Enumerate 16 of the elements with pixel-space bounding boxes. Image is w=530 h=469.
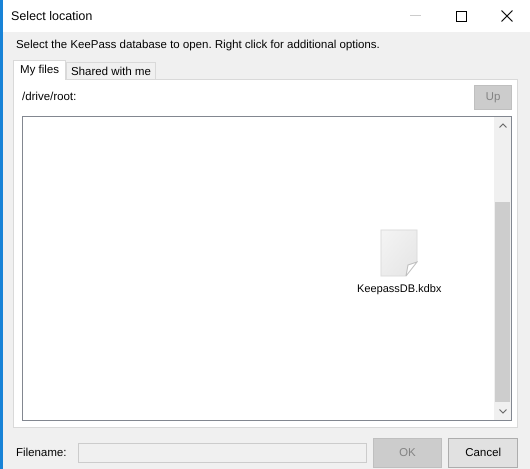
minimize-icon bbox=[410, 15, 420, 17]
filename-label: Filename: bbox=[16, 446, 68, 461]
scroll-down-icon[interactable] bbox=[498, 409, 506, 414]
maximize-icon bbox=[456, 10, 466, 22]
document-icon[interactable] bbox=[380, 229, 418, 278]
scrollbar[interactable] bbox=[494, 117, 511, 420]
close-icon bbox=[501, 10, 513, 22]
tab[interactable]: Shared with me bbox=[66, 62, 156, 80]
window-title: Select location bbox=[11, 8, 94, 25]
path-label: /drive/root: bbox=[22, 90, 76, 105]
scroll-up-icon[interactable] bbox=[498, 123, 506, 128]
tab[interactable]: My files bbox=[13, 60, 66, 80]
file-name[interactable]: KeepassDB.kdbx bbox=[357, 281, 442, 298]
cancel-button[interactable]: Cancel bbox=[448, 438, 518, 468]
instruction-text: Select the KeePass database to open. Right click for additional options. bbox=[16, 38, 381, 53]
scrollbar-thumb[interactable] bbox=[495, 202, 510, 402]
